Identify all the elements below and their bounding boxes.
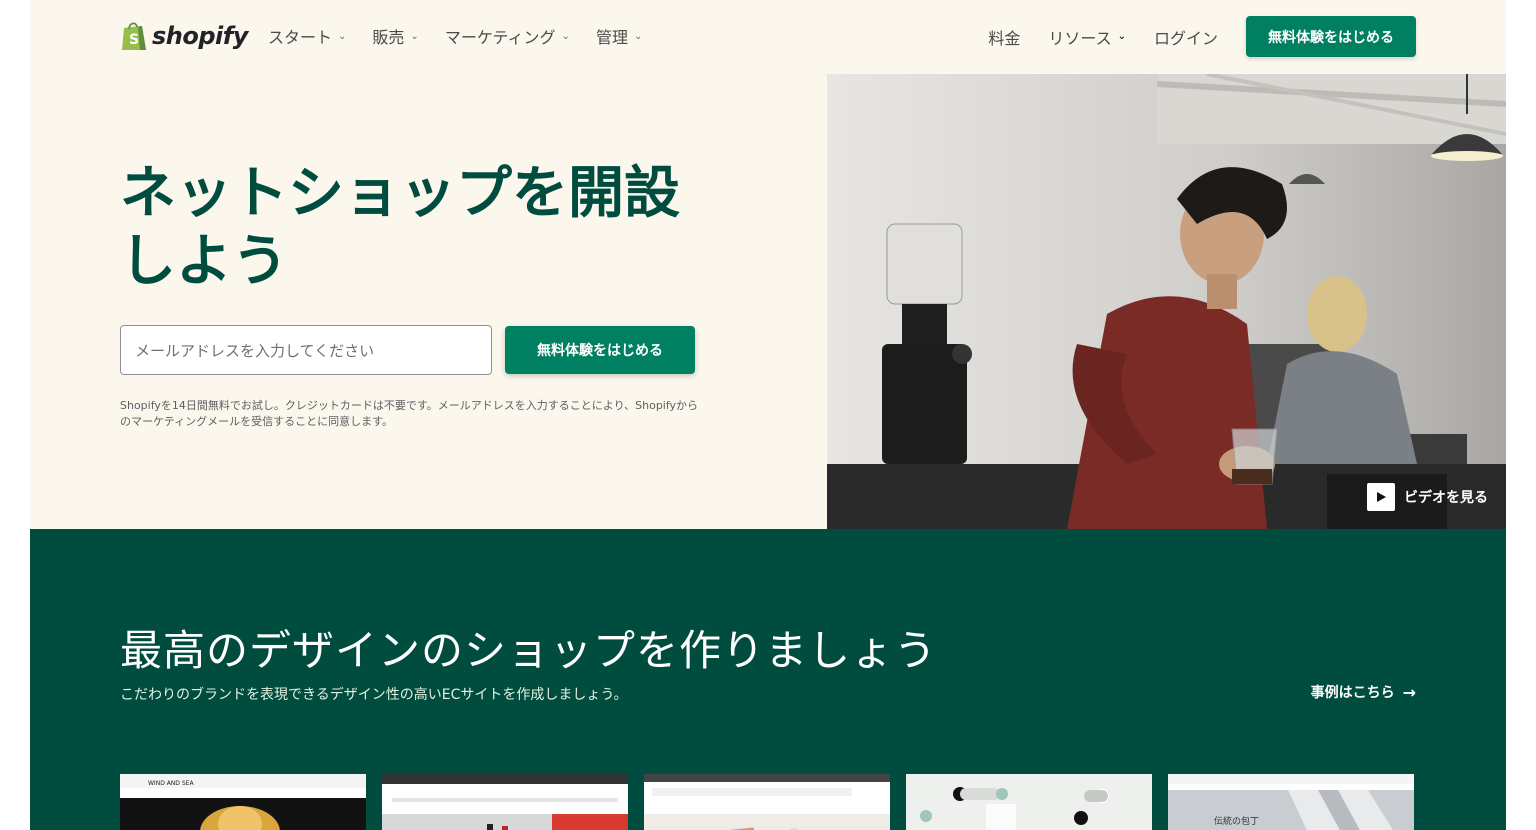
chevron-down-icon: ⌄	[1117, 31, 1126, 42]
shopify-bag-icon: S	[120, 20, 148, 52]
nav-item-label: 販売	[372, 28, 405, 47]
nav-item-pricing[interactable]: 料金	[988, 25, 1020, 49]
nav-item-marketing[interactable]: マーケティング ⌄	[445, 24, 570, 48]
nav-item-manage[interactable]: 管理 ⌄	[596, 24, 642, 48]
shopify-logo[interactable]: S shopify	[120, 18, 248, 54]
signup-disclaimer: Shopifyを14日間無料でお試し。クレジットカードは不要です。メールアドレス…	[120, 399, 699, 428]
hero-photo: ビデオを見る	[827, 74, 1506, 529]
svg-text:S: S	[129, 32, 139, 48]
free-trial-button[interactable]: 無料体験をはじめる	[505, 326, 695, 374]
nav-item-resources[interactable]: リソース ⌄	[1048, 25, 1126, 49]
play-icon	[1367, 483, 1395, 511]
store-thumbnail[interactable]: 伝統の包丁	[1168, 774, 1414, 830]
store-examples: WIND AND SEA 伝統の包丁	[120, 774, 1414, 830]
nav-item-label: マーケティング	[444, 28, 556, 47]
nav-item-label: 管理	[595, 28, 628, 47]
nav-item-start[interactable]: スタート ⌄	[268, 24, 346, 48]
thumb-store-name: WIND AND SEA	[148, 780, 194, 787]
arrow-right-icon: →	[1402, 682, 1416, 702]
examples-link[interactable]: 事例はこちら →	[1311, 682, 1416, 702]
chevron-down-icon: ⌄	[338, 30, 347, 42]
watch-video-label: ビデオを見る	[1404, 490, 1488, 506]
chevron-down-icon: ⌄	[633, 30, 643, 42]
page: S shopify スタート ⌄ 販売 ⌄ マーケティング ⌄ 管理 ⌄ 料金 …	[30, 0, 1506, 830]
nav-primary: スタート ⌄ 販売 ⌄ マーケティング ⌄ 管理 ⌄	[268, 24, 668, 48]
store-thumbnail[interactable]	[382, 774, 628, 830]
top-nav: S shopify スタート ⌄ 販売 ⌄ マーケティング ⌄ 管理 ⌄ 料金 …	[30, 0, 1506, 74]
chevron-down-icon: ⌄	[561, 30, 570, 42]
nav-item-login[interactable]: ログイン	[1154, 25, 1218, 49]
design-title: 最高のデザインのショップを作りましょう	[120, 626, 938, 675]
design-section: 最高のデザインのショップを作りましょう こだわりのブランドを表現できるデザイン性…	[30, 529, 1506, 830]
thumb-caption: 伝統の包丁	[1214, 815, 1259, 827]
headline-line-2: しよう	[120, 229, 288, 294]
hero-headline: ネットショップを開設 しよう	[120, 160, 720, 296]
store-thumbnail[interactable]: WIND AND SEA	[120, 774, 366, 830]
headline-line-1: ネットショップを開設	[120, 161, 680, 226]
nav-item-sell[interactable]: 販売 ⌄	[372, 24, 418, 48]
nav-item-label: スタート	[268, 28, 333, 47]
nav-item-label: リソース	[1048, 28, 1112, 48]
chevron-down-icon: ⌄	[410, 30, 419, 42]
free-trial-button-header[interactable]: 無料体験をはじめる	[1246, 16, 1416, 57]
hero-section: S shopify スタート ⌄ 販売 ⌄ マーケティング ⌄ 管理 ⌄ 料金 …	[30, 0, 1506, 529]
examples-link-label: 事例はこちら	[1310, 685, 1395, 701]
design-subtitle: こだわりのブランドを表現できるデザイン性の高いECサイトを作成しましょう。	[120, 687, 628, 703]
email-input[interactable]: メールアドレスを入力してください	[120, 325, 492, 375]
barista-photo	[827, 74, 1506, 529]
watch-video-button[interactable]: ビデオを見る	[1367, 483, 1488, 511]
store-thumbnail[interactable]	[906, 774, 1152, 830]
store-thumbnail[interactable]	[644, 774, 890, 830]
brand-name: shopify	[152, 22, 248, 50]
nav-secondary: 料金 リソース ⌄ ログイン 無料体験をはじめる	[988, 16, 1416, 57]
